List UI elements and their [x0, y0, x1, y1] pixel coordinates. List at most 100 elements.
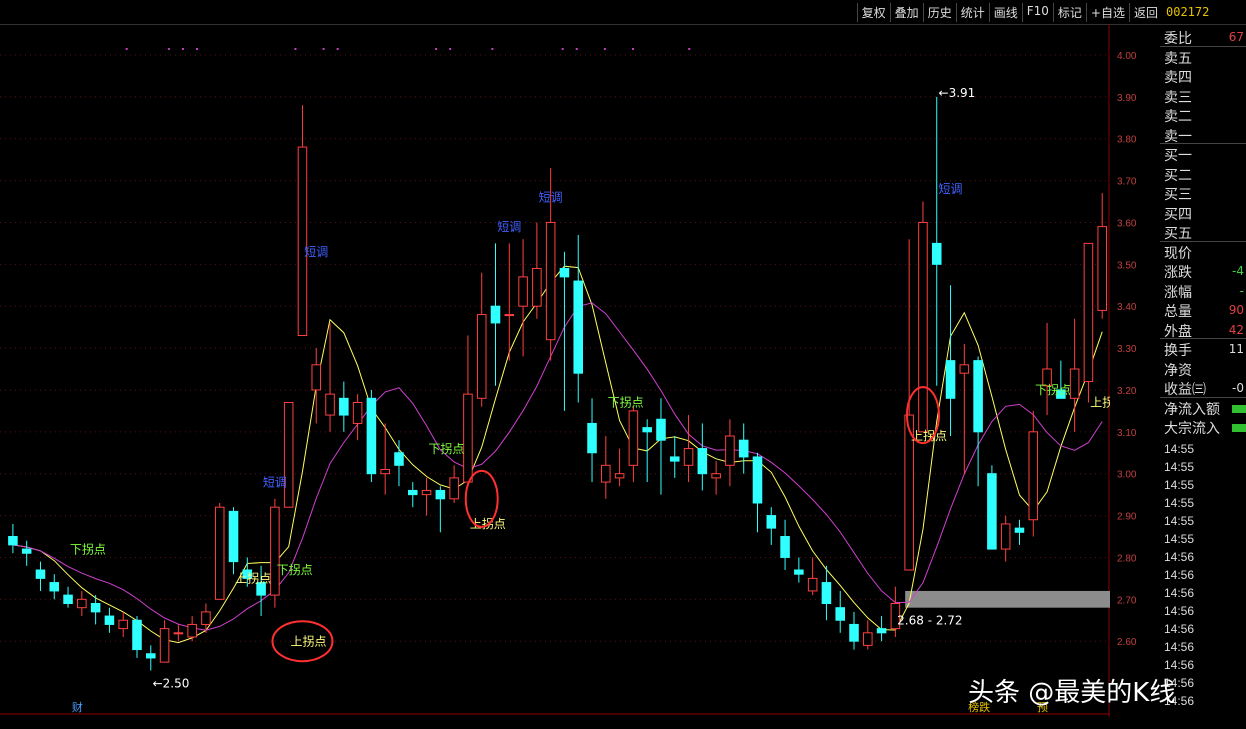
quote-row-11: 现价 [1164, 243, 1192, 263]
candle [573, 235, 584, 403]
candle [559, 251, 570, 411]
trade-time: 14:56 [1164, 586, 1195, 600]
candle-body [573, 280, 584, 374]
candle-body [435, 489, 446, 500]
candle [601, 436, 611, 499]
candle [49, 574, 60, 600]
price-tick-label: 3.80 [1117, 135, 1137, 146]
annotation-label: 短调 [304, 245, 328, 259]
candle-body [945, 360, 956, 399]
top-marker [195, 48, 198, 50]
candle [794, 557, 804, 583]
candle [725, 419, 735, 487]
candle-body [463, 393, 473, 483]
annotation-label: ←2.50 [153, 676, 190, 690]
candle [394, 440, 404, 487]
quote-row-1: 卖五 [1164, 48, 1192, 68]
quote-row-19: 净流入额 [1164, 399, 1220, 419]
candle [518, 239, 528, 357]
candle-body [270, 506, 280, 596]
trade-time: 14:55 [1164, 460, 1195, 474]
candle [146, 645, 156, 671]
candle-body [49, 582, 60, 592]
candle-body [297, 146, 308, 336]
candle [532, 222, 542, 319]
candle-body [187, 623, 197, 638]
trade-time: 14:55 [1164, 442, 1195, 456]
candle-body [325, 393, 335, 416]
quote-row-9: 买四 [1164, 204, 1192, 224]
chart-svg[interactable]: 短调短调短调短调短调短调下拐点上拐点下拐点上拐点下拐点上拐点下拐点上拐点下拐点上… [0, 24, 1142, 717]
toolbar-button-2[interactable]: 历史 [922, 3, 956, 22]
candle-body [821, 582, 832, 604]
top-marker [491, 48, 494, 50]
quote-row-16: 换手 [1164, 340, 1192, 360]
candle-body [863, 632, 873, 646]
trade-time: 14:56 [1164, 604, 1195, 618]
trade-time: 14:55 [1164, 496, 1195, 510]
trade-time: 14:55 [1164, 478, 1195, 492]
top-marker [688, 48, 691, 50]
candle [1028, 410, 1039, 537]
candle-body [876, 628, 887, 634]
annotation-label: 下拐点 [1035, 382, 1071, 397]
candle-body [794, 569, 804, 575]
ma-line-slow [12, 302, 1103, 631]
quote-label: 买一 [1164, 148, 1192, 164]
quote-label: 净流入额 [1164, 401, 1220, 418]
candle [835, 590, 845, 633]
toolbar-button-1[interactable]: 叠加 [889, 3, 923, 22]
candle-body [490, 305, 501, 324]
trade-time: 14:56 [1164, 622, 1195, 636]
top-marker [603, 48, 606, 50]
toolbar-button-6[interactable]: 标记 [1052, 3, 1086, 22]
candle [201, 603, 211, 633]
annotation-label: 下拐点 [428, 441, 464, 456]
candle-body [628, 410, 639, 466]
candle [656, 398, 666, 495]
candle [711, 461, 721, 495]
top-marker [125, 48, 128, 50]
candle [228, 507, 239, 575]
toolbar-button-3[interactable]: 统计 [955, 3, 989, 22]
trade-time: 14:56 [1164, 658, 1195, 672]
candle [807, 557, 818, 596]
candle [339, 381, 349, 432]
quote-label: 卖四 [1164, 70, 1192, 86]
candle-body [614, 473, 625, 479]
candle-body [518, 276, 528, 307]
quote-row-6: 买一 [1164, 145, 1192, 165]
price-tick-label: 3.30 [1117, 344, 1137, 355]
quote-row-8: 买三 [1164, 184, 1192, 204]
candle-body [711, 473, 721, 479]
ma-line-fast [12, 265, 1103, 644]
candle [959, 343, 970, 474]
candlestick-chart[interactable]: 短调短调短调短调短调短调下拐点上拐点下拐点上拐点下拐点上拐点下拐点上拐点下拐点上… [0, 24, 1142, 717]
candle-body [201, 611, 211, 625]
candle [325, 322, 335, 432]
toolbar-button-5[interactable]: F10 [1021, 3, 1053, 22]
candle [270, 498, 280, 608]
annotation-label: 下拐点 [277, 562, 313, 577]
candle-body [77, 598, 87, 609]
candle-body [1069, 368, 1080, 399]
candle-body [987, 473, 997, 550]
annotation-label: 下拐点 [70, 541, 106, 556]
quote-row-17: 净资 [1164, 360, 1192, 380]
candle-body [559, 268, 570, 278]
quote-row-12: 涨跌 [1164, 262, 1192, 282]
toolbar-button-4[interactable]: 画线 [988, 3, 1022, 22]
flow-bar [1232, 424, 1246, 432]
candle [697, 423, 708, 491]
candle-body [959, 364, 970, 374]
price-tick-label: 4.00 [1117, 51, 1137, 62]
quote-row-3: 卖三 [1164, 87, 1192, 107]
toolbar-button-8[interactable]: 返回 [1128, 3, 1162, 22]
toolbar-button-7[interactable]: +自选 [1085, 3, 1129, 22]
candle [876, 616, 887, 642]
candle-body [339, 397, 349, 416]
annotation-label: 短调 [539, 191, 563, 205]
candle [118, 611, 128, 637]
toolbar-button-0[interactable]: 复权 [856, 3, 890, 22]
candle [352, 394, 363, 441]
